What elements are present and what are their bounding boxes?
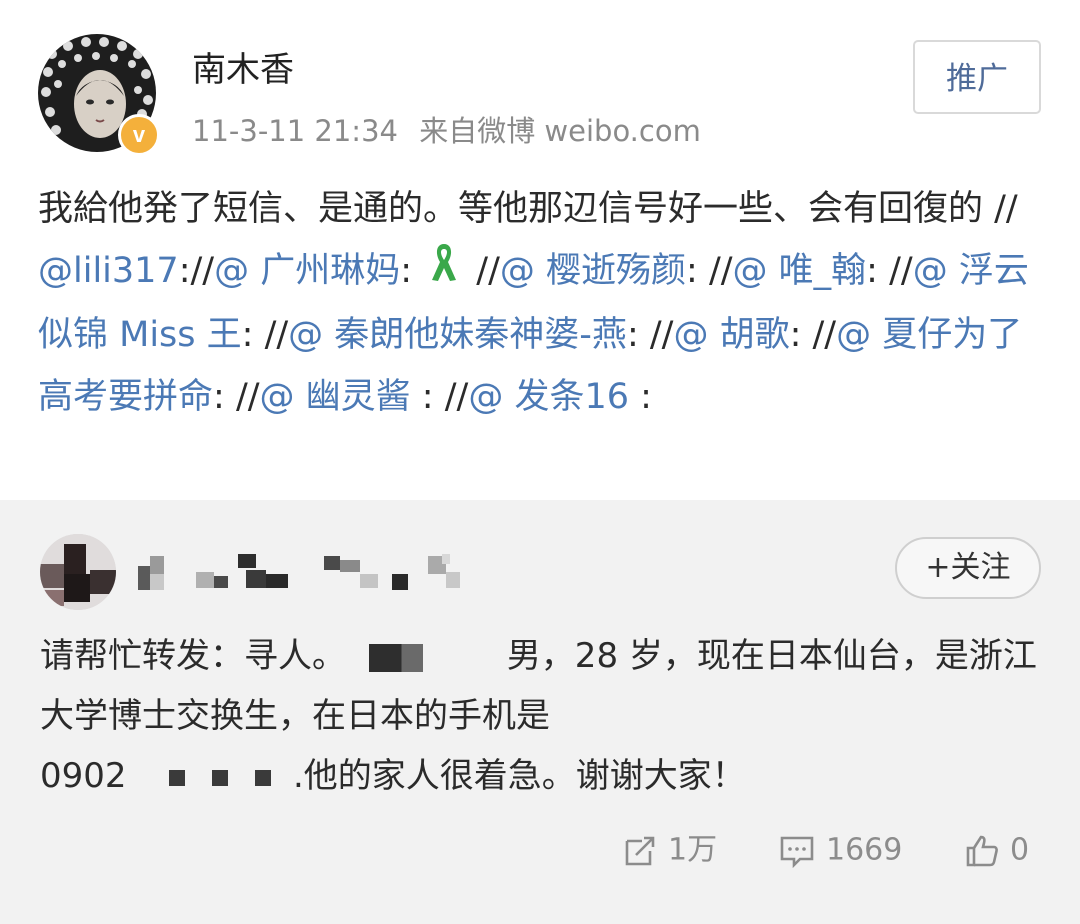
mention-link[interactable]: @ 樱逝殇颜 xyxy=(500,251,686,291)
chain-colon: : xyxy=(400,251,424,291)
green-ribbon-icon xyxy=(429,240,459,304)
chain-separator: // xyxy=(444,377,469,417)
like-count: 0 xyxy=(1010,832,1030,868)
post-text-intro: 我給他発了短信、是通的。等他那辺信号好一些、会有回復的 xyxy=(38,189,984,229)
chain-colon: : xyxy=(241,315,265,355)
quoted-author-name-pixelated xyxy=(138,550,488,594)
chain-colon: : xyxy=(628,377,652,417)
chain-separator: // xyxy=(235,377,260,417)
redacted-phone-block xyxy=(254,769,271,786)
chain-separator: // xyxy=(889,251,913,291)
mention-link[interactable]: @ 唯_翰 xyxy=(733,251,867,291)
mention-link[interactable]: @ 幽灵酱 xyxy=(260,377,411,417)
post-timestamp: 11-3-11 21:34 xyxy=(192,114,398,148)
mention-link[interactable]: @lili317 xyxy=(38,251,179,291)
verified-badge-icon: v xyxy=(118,114,160,156)
chain-separator: // xyxy=(190,251,215,291)
comment-count: 1669 xyxy=(826,832,903,868)
chain-colon: : xyxy=(410,377,445,417)
quoted-text-part: 请帮忙转发：寻人。 xyxy=(40,636,346,676)
quoted-author-avatar[interactable] xyxy=(40,534,116,610)
chain-separator: // xyxy=(465,251,500,291)
chain-colon: : xyxy=(178,251,191,291)
mention-link[interactable]: @ 秦朗他妹秦神婆-燕 xyxy=(288,315,627,355)
redacted-phone-block xyxy=(212,769,229,786)
chain-separator: // xyxy=(812,315,837,355)
chain-separator: // xyxy=(983,189,1018,229)
mention-link[interactable]: @ 发条16 xyxy=(468,377,629,417)
chain-colon: : xyxy=(213,377,236,417)
redacted-phone-block xyxy=(169,769,186,786)
quoted-post-card[interactable]: +关注 请帮忙转发：寻人。 男，28 岁，现在日本仙台，是浙江大学博士交换生，在… xyxy=(0,500,1080,924)
post-meta: 11-3-11 21:34 来自微博 weibo.com xyxy=(192,108,701,150)
repost-action[interactable]: 1万 xyxy=(622,820,717,880)
follow-button[interactable]: +关注 xyxy=(895,537,1041,599)
mention-link[interactable]: @ 胡歌 xyxy=(673,315,789,355)
chain-colon: : xyxy=(626,315,650,355)
chain-colon: : xyxy=(866,251,890,291)
chain-colon: : xyxy=(789,315,813,355)
chain-separator: // xyxy=(708,251,733,291)
quoted-text-part: .他的家人很着急。谢谢大家！ xyxy=(292,756,746,796)
post-source: 来自微博 weibo.com xyxy=(419,114,701,148)
author-name[interactable]: 南木香 xyxy=(192,42,294,91)
action-bar: 1万 1669 0 xyxy=(0,820,1080,880)
promote-button[interactable]: 推广 xyxy=(913,40,1041,114)
comment-icon xyxy=(780,836,814,868)
repost-icon xyxy=(625,836,655,865)
redacted-name-block xyxy=(368,643,423,672)
quoted-text-part: 0902 xyxy=(40,756,127,796)
chain-separator: // xyxy=(649,315,674,355)
repost-count: 1万 xyxy=(668,832,718,868)
thumbs-up-icon xyxy=(966,835,998,866)
mention-link[interactable]: @ 广州琳妈 xyxy=(214,251,400,291)
weibo-post-screenshot: v 南木香 11-3-11 21:34 来自微博 weibo.com 推广 我給… xyxy=(0,0,1080,924)
post-card: v 南木香 11-3-11 21:34 来自微博 weibo.com 推广 我給… xyxy=(0,0,1080,500)
chain-separator: // xyxy=(264,315,289,355)
post-body: 我給他発了短信、是通的。等他那辺信号好一些、会有回復的 //@lili317:/… xyxy=(38,178,1048,428)
chain-colon: : xyxy=(686,251,709,291)
quoted-post-body: 请帮忙转发：寻人。 男，28 岁，现在日本仙台，是浙江大学博士交换生，在日本的手… xyxy=(40,626,1040,806)
comment-action[interactable]: 1669 xyxy=(778,820,902,880)
like-action[interactable]: 0 xyxy=(964,820,1029,880)
